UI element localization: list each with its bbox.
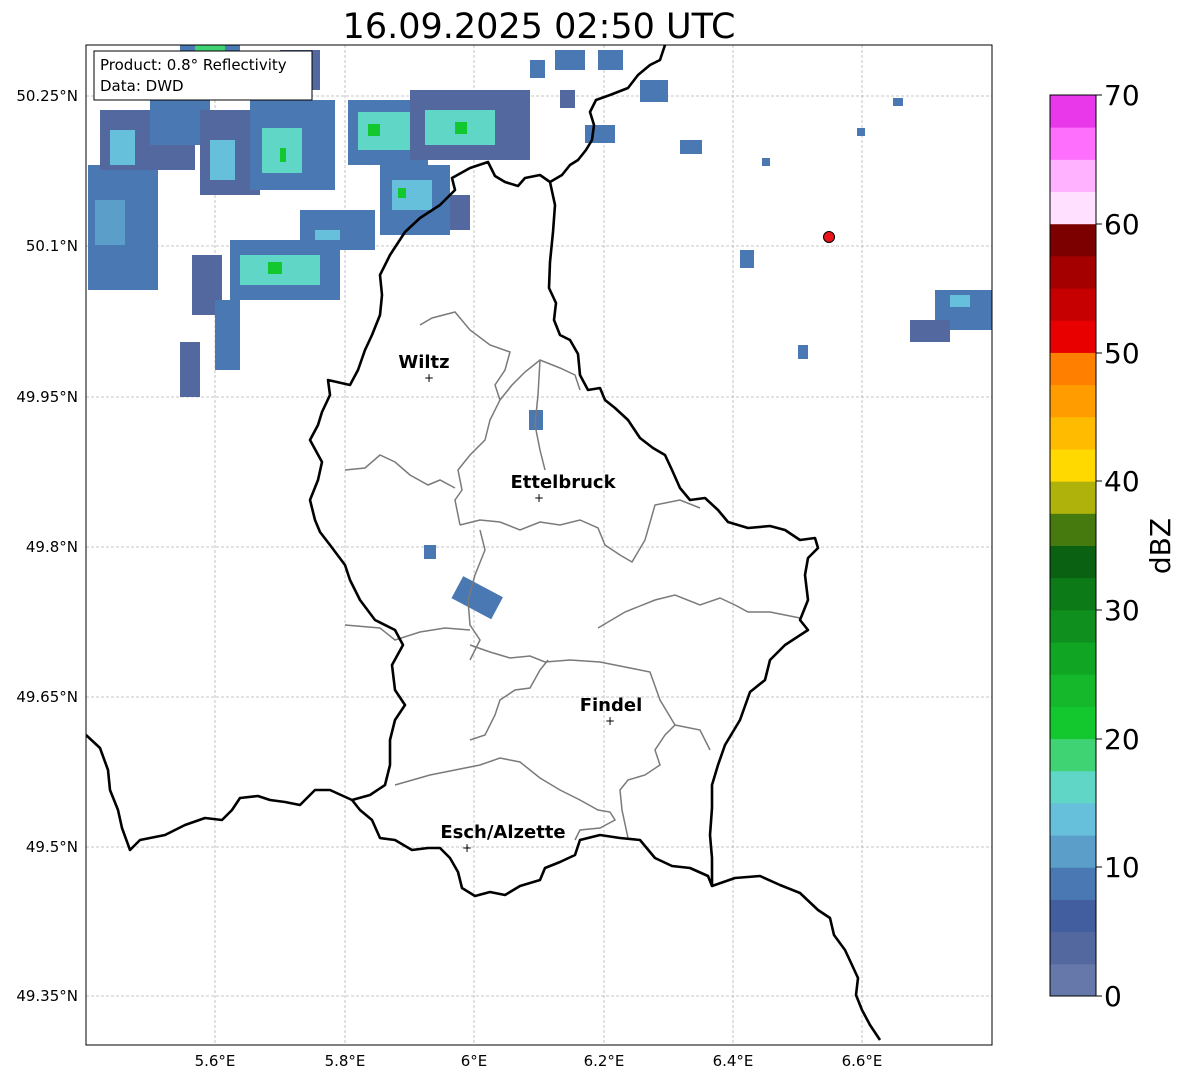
colorbar-tick-label: 40 xyxy=(1104,465,1140,498)
colorbar-tick-label: 20 xyxy=(1104,723,1140,756)
radar-site-marker[interactable] xyxy=(823,231,835,243)
city-label: Esch/Alzette xyxy=(440,822,565,843)
lon-tick-label: 5.8°E xyxy=(325,1052,366,1070)
lat-tick-label: 50.25°N xyxy=(16,87,78,105)
colorbar-segment xyxy=(1050,835,1096,868)
colorbar-segment xyxy=(1050,642,1096,675)
colorbar-segment xyxy=(1050,191,1096,225)
city-label: Ettelbruck xyxy=(510,472,616,493)
colorbar-segment xyxy=(1050,255,1096,289)
colorbar-segment xyxy=(1050,127,1096,160)
colorbar-segment xyxy=(1050,867,1096,900)
colorbar-label: dBZ xyxy=(1144,518,1177,574)
colorbar-segment xyxy=(1050,513,1096,546)
city-marker-icon: + xyxy=(424,371,434,385)
colorbar-segment xyxy=(1050,802,1096,836)
lat-tick-label: 50.1°N xyxy=(26,237,78,255)
colorbar-tick-labels: 0 10 20 30 40 50 60 70 xyxy=(1104,79,1140,1013)
colorbar-tick-label: 10 xyxy=(1104,851,1140,884)
lon-tick-labels: 5.6°E 5.8°E 6°E 6.2°E 6.4°E 6.6°E xyxy=(195,1052,883,1070)
lat-tick-label: 49.35°N xyxy=(16,987,78,1005)
lon-tick-label: 6°E xyxy=(461,1052,488,1070)
info-product: Product: 0.8° Reflectivity xyxy=(100,56,287,74)
colorbar: 0 10 20 30 40 50 60 70 dBZ xyxy=(1049,79,1177,1013)
info-source: Data: DWD xyxy=(100,77,184,95)
colorbar-segment xyxy=(1050,931,1096,965)
colorbar-segment xyxy=(1050,963,1096,997)
colorbar-segment xyxy=(1050,159,1096,193)
city-marker-icon: + xyxy=(605,714,615,728)
lon-tick-label: 6.2°E xyxy=(584,1052,625,1070)
colorbar-segment xyxy=(1050,416,1096,450)
colorbar-segment xyxy=(1050,352,1096,386)
colorbar-segment xyxy=(1050,738,1096,772)
colorbar-segment xyxy=(1050,320,1096,353)
colorbar-tick-label: 70 xyxy=(1104,79,1140,112)
colorbar-segment xyxy=(1050,223,1096,257)
info-box: Product: 0.8° Reflectivity Data: DWD xyxy=(93,50,313,101)
lat-tick-label: 49.8°N xyxy=(26,538,78,556)
colorbar-segment xyxy=(1050,899,1096,933)
colorbar-segment xyxy=(1050,706,1096,740)
city-marker-icon: + xyxy=(534,491,544,505)
radar-map-figure: 16.09.2025 02:50 UTC + Wiltz + Ettelbruc… xyxy=(0,0,1184,1081)
colorbar-segment xyxy=(1050,609,1096,643)
colorbar-segment xyxy=(1050,448,1096,482)
city-label: Wiltz xyxy=(398,352,449,373)
colorbar-segment xyxy=(1050,770,1096,804)
colorbar-tick-label: 50 xyxy=(1104,337,1140,370)
lat-tick-label: 49.95°N xyxy=(16,388,78,406)
lon-tick-label: 6.4°E xyxy=(713,1052,754,1070)
lon-tick-label: 5.6°E xyxy=(195,1052,236,1070)
map-title: 16.09.2025 02:50 UTC xyxy=(343,7,736,47)
lat-tick-labels: 50.25°N 50.1°N 49.95°N 49.8°N 49.65°N 49… xyxy=(16,87,78,1005)
colorbar-segment xyxy=(1050,95,1096,128)
colorbar-segment xyxy=(1050,545,1096,579)
colorbar-segment xyxy=(1050,384,1096,418)
colorbar-segment xyxy=(1050,674,1096,707)
colorbar-tick-label: 30 xyxy=(1104,594,1140,627)
colorbar-segment xyxy=(1050,288,1096,321)
colorbar-tick-label: 60 xyxy=(1104,208,1140,241)
lat-tick-label: 49.5°N xyxy=(26,838,78,856)
lat-tick-label: 49.65°N xyxy=(16,688,78,706)
lon-tick-label: 6.6°E xyxy=(842,1052,883,1070)
city-label: Findel xyxy=(580,695,643,716)
city-marker-icon: + xyxy=(462,841,472,855)
colorbar-segment xyxy=(1050,481,1096,514)
colorbar-ticks xyxy=(1096,94,1102,997)
colorbar-segments xyxy=(1050,95,1096,997)
colorbar-segment xyxy=(1050,577,1096,611)
figure-canvas: 16.09.2025 02:50 UTC + Wiltz + Ettelbruc… xyxy=(16,7,1177,1070)
colorbar-tick-label: 0 xyxy=(1104,980,1122,1013)
